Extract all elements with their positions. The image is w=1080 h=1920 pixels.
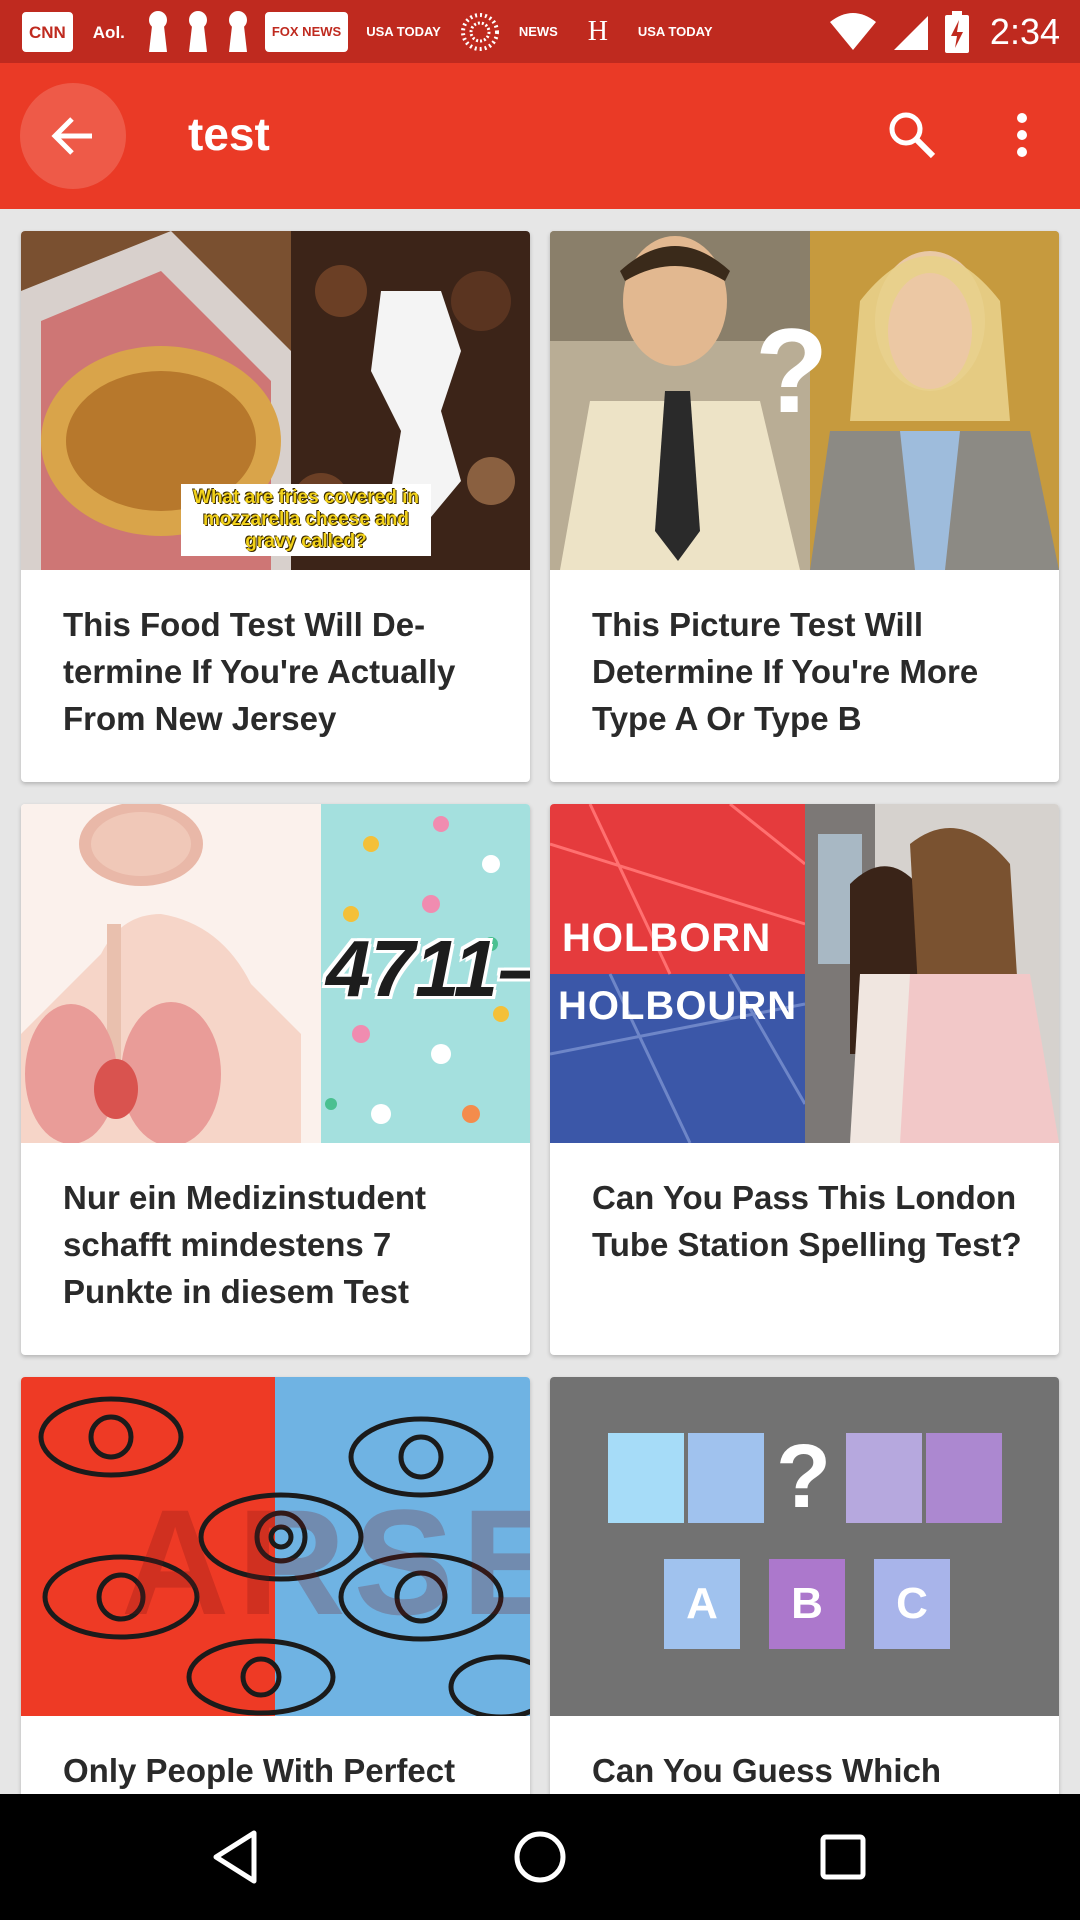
system-nav-bar (0, 1794, 1080, 1920)
nbc-news-notification-icon: NEWS (518, 24, 558, 39)
arrow-back-icon (51, 117, 92, 155)
quiz-card-title: This Picture Test Will Determine If You'… (592, 606, 979, 737)
page-title: test (188, 108, 270, 160)
quiz-card-image: ? (550, 231, 1059, 570)
nav-back-button[interactable] (200, 1822, 270, 1892)
nav-home-button[interactable] (505, 1822, 575, 1892)
quiz-card[interactable]: What are fries covered in mozzarella che… (21, 231, 530, 782)
quiz-card-image-text: ? (755, 304, 829, 438)
dotted-circle-notification-icon (460, 13, 499, 51)
cnn-notification-icon: CNN (22, 12, 73, 52)
clock: 2:34 (989, 11, 1060, 52)
signal-icon (893, 16, 928, 50)
search-icon (889, 112, 936, 159)
square-recents-icon (820, 1834, 866, 1880)
system-indicators: 2:34 (828, 6, 1060, 58)
quiz-card-image: ARSE (21, 1377, 530, 1716)
quiz-card-title: This Food Test Will De-termine If You're… (63, 606, 456, 737)
app-bar: test (0, 63, 1080, 209)
usa-today-notification-icon: USA TODAY (637, 24, 713, 39)
h-notification-icon: H (587, 16, 608, 47)
quiz-card-image-text: 4711– (326, 924, 530, 1013)
overflow-menu-button[interactable] (1000, 103, 1044, 167)
quiz-grid: What are fries covered in mozzarella che… (0, 209, 1080, 1794)
quiz-card-image-letter: B (791, 1579, 823, 1628)
search-button[interactable] (880, 103, 944, 167)
battery-charging-icon (944, 11, 969, 53)
more-vert-icon (1017, 113, 1027, 157)
fox-news-notification-icon: FOX NEWS (264, 12, 349, 52)
quiz-card[interactable]: ? A B C Can You Guess Which (550, 1377, 1059, 1794)
quiz-card[interactable]: 4711– Nur ein Medizinstudent schafft min… (21, 804, 530, 1355)
notification-icons: CNN Aol. FOX NEWS USA TODAY NEWS H USA T… (22, 8, 717, 56)
quiz-card-image: HOLBORN HOLBOURN (550, 804, 1059, 1143)
quiz-card[interactable]: HOLBORN HOLBOURN Can You Pass This Londo… (550, 804, 1059, 1355)
nav-recents-button[interactable] (808, 1822, 878, 1892)
quiz-card[interactable]: ? This Picture Test Will Determine If Yo… (550, 231, 1059, 782)
quiz-card-image: 4711– (21, 804, 530, 1143)
keyhole-notification-icon (228, 11, 247, 52)
back-button[interactable] (20, 83, 126, 189)
quiz-card-image-text: HOLBOURN (558, 984, 798, 1028)
wifi-icon (829, 13, 876, 50)
quiz-card-image: ? A B C (550, 1377, 1059, 1716)
quiz-card-image-letter: C (896, 1579, 928, 1628)
keyhole-notification-icon (148, 11, 167, 52)
status-bar: CNN Aol. FOX NEWS USA TODAY NEWS H USA T… (0, 0, 1080, 63)
aol-notification-icon: Aol. (92, 22, 125, 42)
quiz-card-image-text: ? (776, 1427, 831, 1527)
quiz-card-image-text: HOLBORN (562, 916, 772, 960)
quiz-card-image-text: ARSE (121, 1478, 530, 1646)
circle-home-icon (514, 1831, 566, 1883)
quiz-card-title: Nur ein Medizinstudent schafft mindesten… (63, 1179, 426, 1310)
quiz-card-title: Can You Guess Which (592, 1752, 941, 1789)
quiz-card-title: Can You Pass This London Tube Station Sp… (592, 1179, 1022, 1263)
quiz-card-image: What are fries covered in mozzarella che… (21, 231, 530, 570)
triangle-back-icon (213, 1830, 257, 1884)
quiz-card-title: Only People With Perfect (63, 1752, 456, 1789)
keyhole-notification-icon (188, 11, 207, 52)
usa-today-notification-icon: USA TODAY (366, 24, 441, 39)
quiz-card-image-caption: What are fries covered in mozzarella che… (193, 487, 419, 552)
quiz-card[interactable]: ARSE Only People With Perfect (21, 1377, 530, 1794)
quiz-card-image-letter: A (686, 1579, 718, 1628)
